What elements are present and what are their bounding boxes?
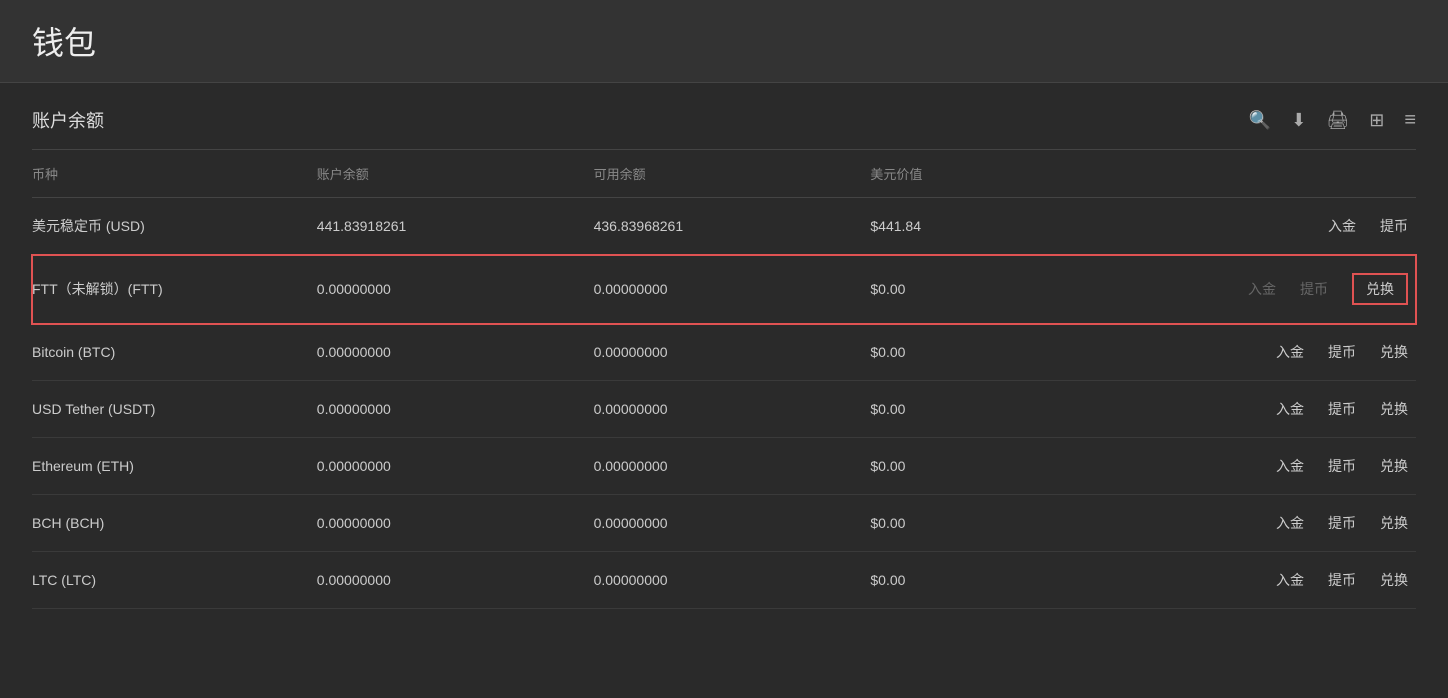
currency-cell: USD Tether (USDT): [32, 401, 309, 417]
available-cell: 436.83968261: [586, 218, 863, 234]
usd-value-cell: $0.00: [862, 344, 1139, 360]
table-row: USD Tether (USDT)0.000000000.00000000$0.…: [32, 381, 1416, 438]
toolbar-icons: [1249, 109, 1416, 132]
table-row: BCH (BCH)0.000000000.00000000$0.00入金提币兑换: [32, 495, 1416, 552]
deposit-button[interactable]: 入金: [1328, 216, 1356, 236]
exchange-button[interactable]: 兑换: [1380, 342, 1408, 362]
balance-cell: 0.00000000: [309, 344, 586, 360]
usd-value-cell: $0.00: [862, 458, 1139, 474]
actions-cell: 入金 提币: [1139, 216, 1416, 236]
print-icon[interactable]: [1326, 109, 1349, 132]
withdraw-button[interactable]: 提币: [1328, 570, 1356, 590]
available-cell: 0.00000000: [586, 401, 863, 417]
balance-cell: 0.00000000: [309, 572, 586, 588]
balance-cell: 0.00000000: [309, 281, 586, 297]
header-balance: 账户余额: [309, 164, 586, 183]
actions-cell: 入金 提币 兑换: [1139, 513, 1416, 533]
actions-cell: 入金 提币 兑换: [1139, 399, 1416, 419]
usd-value-cell: $0.00: [862, 281, 1139, 297]
currency-cell: 美元稳定币 (USD): [32, 216, 309, 236]
filter-icon[interactable]: [1404, 109, 1416, 132]
deposit-button[interactable]: 入金: [1276, 399, 1304, 419]
currency-cell: Bitcoin (BTC): [32, 344, 309, 360]
exchange-button[interactable]: 兑换: [1380, 513, 1408, 533]
usd-value-cell: $0.00: [862, 515, 1139, 531]
table-row: 美元稳定币 (USD)441.83918261436.83968261$441.…: [32, 198, 1416, 255]
balance-cell: 441.83918261: [309, 218, 586, 234]
withdraw-button[interactable]: 提币: [1328, 399, 1356, 419]
currency-cell: LTC (LTC): [32, 572, 309, 588]
withdraw-button[interactable]: 提币: [1328, 456, 1356, 476]
table-header: 币种 账户余额 可用余额 美元价值: [32, 150, 1416, 198]
available-cell: 0.00000000: [586, 458, 863, 474]
available-cell: 0.00000000: [586, 344, 863, 360]
balance-cell: 0.00000000: [309, 401, 586, 417]
exchange-button[interactable]: 兑换: [1380, 456, 1408, 476]
table-row: Bitcoin (BTC)0.000000000.00000000$0.00入金…: [32, 324, 1416, 381]
grid-icon[interactable]: [1369, 109, 1384, 132]
header-currency: 币种: [32, 164, 309, 183]
deposit-button[interactable]: 入金: [1276, 513, 1304, 533]
header-available: 可用余额: [586, 164, 863, 183]
deposit-button[interactable]: 入金: [1276, 342, 1304, 362]
actions-cell: 入金 提币 兑换: [1139, 273, 1416, 305]
balance-table: 币种 账户余额 可用余额 美元价值 美元稳定币 (USD)441.8391826…: [32, 150, 1416, 609]
actions-cell: 入金 提币 兑换: [1139, 570, 1416, 590]
usd-value-cell: $0.00: [862, 401, 1139, 417]
main-content: 账户余额 币种 账户余额 可用余额 美元价值 美元稳定币 (USD)441.83…: [0, 83, 1448, 609]
table-row: FTT（未解锁）(FTT)0.000000000.00000000$0.00入金…: [32, 255, 1416, 324]
deposit-button[interactable]: 入金: [1276, 570, 1304, 590]
available-cell: 0.00000000: [586, 515, 863, 531]
table-row: LTC (LTC)0.000000000.00000000$0.00入金提币兑换: [32, 552, 1416, 609]
currency-cell: FTT（未解锁）(FTT): [32, 279, 309, 299]
deposit-button[interactable]: 入金: [1276, 456, 1304, 476]
balance-cell: 0.00000000: [309, 515, 586, 531]
withdraw-button: 提币: [1300, 279, 1328, 299]
page-header: 钱包: [0, 0, 1448, 83]
exchange-button[interactable]: 兑换: [1380, 570, 1408, 590]
actions-cell: 入金 提币 兑换: [1139, 456, 1416, 476]
table-body: 美元稳定币 (USD)441.83918261436.83968261$441.…: [32, 198, 1416, 609]
withdraw-button[interactable]: 提币: [1380, 216, 1408, 236]
usd-value-cell: $441.84: [862, 218, 1139, 234]
header-actions: [1139, 164, 1416, 183]
currency-cell: Ethereum (ETH): [32, 458, 309, 474]
search-icon[interactable]: [1249, 109, 1271, 132]
download-icon[interactable]: [1291, 109, 1306, 132]
exchange-button[interactable]: 兑换: [1380, 399, 1408, 419]
table-row: Ethereum (ETH)0.000000000.00000000$0.00入…: [32, 438, 1416, 495]
section-header: 账户余额: [32, 83, 1416, 150]
page-title: 钱包: [32, 18, 1416, 64]
available-cell: 0.00000000: [586, 572, 863, 588]
withdraw-button[interactable]: 提币: [1328, 342, 1356, 362]
withdraw-button[interactable]: 提币: [1328, 513, 1356, 533]
available-cell: 0.00000000: [586, 281, 863, 297]
exchange-button[interactable]: 兑换: [1352, 273, 1408, 305]
section-title: 账户余额: [32, 107, 104, 133]
balance-cell: 0.00000000: [309, 458, 586, 474]
header-usd-value: 美元价值: [862, 164, 1139, 183]
usd-value-cell: $0.00: [862, 572, 1139, 588]
actions-cell: 入金 提币 兑换: [1139, 342, 1416, 362]
currency-cell: BCH (BCH): [32, 515, 309, 531]
deposit-button: 入金: [1248, 279, 1276, 299]
